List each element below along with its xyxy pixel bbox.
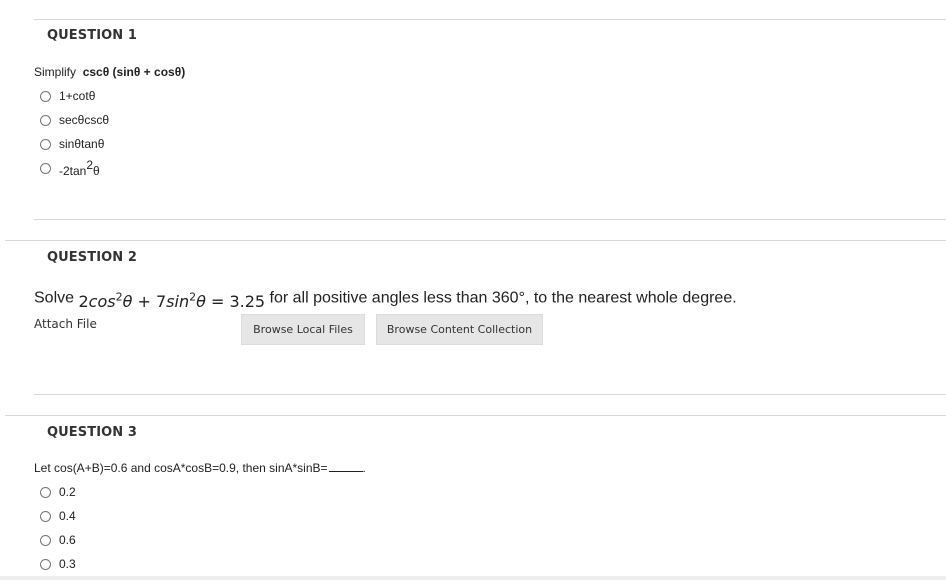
- answer-blank: [328, 471, 363, 472]
- radio-button[interactable]: [40, 510, 51, 522]
- equation-coefficient: 7: [155, 292, 167, 312]
- question-1-option-4[interactable]: -2tan2θ: [40, 156, 109, 180]
- equation-variable: θ: [122, 292, 133, 312]
- question-2-prompt-prefix: Solve: [34, 289, 75, 307]
- question-2-prompt: Solve 2cos2θ + 7sin2θ = 3.25 for all pos…: [34, 286, 737, 311]
- option-label: 0.6: [59, 533, 76, 547]
- option-label: secθcscθ: [59, 113, 110, 127]
- bottom-edge-shade: [0, 576, 946, 580]
- radio-button[interactable]: [40, 90, 51, 102]
- question-2-top-divider: [5, 240, 946, 241]
- question-3-option-3[interactable]: 0.6: [40, 528, 76, 552]
- radio-button[interactable]: [40, 534, 51, 546]
- question-2-bottom-divider: [34, 394, 946, 395]
- question-2-equation: 2cos2θ + 7sin2θ = 3.25: [78, 291, 266, 312]
- option-label: 0.4: [59, 509, 76, 523]
- question-3-prompt-text: Let cos(A+B)=0.6 and cosA*cosB=0.9, then…: [34, 461, 328, 475]
- option-label: 0.2: [59, 485, 76, 499]
- option-label-base: -2tan: [59, 164, 87, 178]
- question-1-heading: QUESTION 1: [47, 28, 138, 43]
- question-2-heading: QUESTION 2: [47, 250, 138, 265]
- attach-file-label: Attach File: [34, 317, 97, 331]
- question-1-option-3[interactable]: sinθtanθ: [40, 132, 109, 156]
- question-1-prompt: Simplify cscθ (sinθ + cosθ): [34, 65, 185, 79]
- equation-coefficient: 2: [78, 292, 89, 312]
- question-3-heading: QUESTION 3: [47, 425, 138, 440]
- equation-variable: θ: [196, 292, 206, 312]
- top-divider: [34, 19, 946, 20]
- question-3-prompt: Let cos(A+B)=0.6 and cosA*cosB=0.9, then…: [34, 461, 366, 475]
- question-3-option-4[interactable]: 0.3: [40, 552, 76, 576]
- question-1-expression: cscθ (sinθ + cosθ): [82, 65, 186, 79]
- radio-button[interactable]: [40, 162, 51, 174]
- question-3-prompt-end: .: [362, 461, 366, 475]
- option-label: sinθtanθ: [59, 137, 105, 151]
- question-1-prompt-prefix: Simplify: [34, 65, 77, 79]
- equation-rhs: = 3.25: [205, 292, 266, 312]
- question-3-option-1[interactable]: 0.2: [40, 480, 76, 504]
- option-label-suffix: θ: [93, 164, 100, 178]
- question-3-options: 0.2 0.4 0.6 0.3: [40, 480, 76, 576]
- question-1-options: 1+cotθ secθcscθ sinθtanθ -2tan2θ: [40, 84, 109, 180]
- question-3-top-divider: [5, 415, 946, 416]
- question-1-bottom-divider: [34, 219, 946, 220]
- equation-operator: +: [132, 292, 156, 312]
- question-3-option-2[interactable]: 0.4: [40, 504, 76, 528]
- option-label: -2tan2θ: [59, 158, 100, 178]
- equation-exponent: 2: [115, 291, 123, 304]
- question-2-prompt-suffix: for all positive angles less than 360°, …: [269, 289, 737, 307]
- browse-local-files-button[interactable]: Browse Local Files: [241, 314, 365, 345]
- radio-button[interactable]: [40, 558, 51, 570]
- equation-function: sin: [166, 292, 190, 312]
- radio-button[interactable]: [40, 486, 51, 498]
- radio-button[interactable]: [40, 114, 51, 126]
- question-1-option-1[interactable]: 1+cotθ: [40, 84, 109, 108]
- option-label: 0.3: [59, 557, 76, 571]
- radio-button[interactable]: [40, 138, 51, 150]
- browse-content-collection-button[interactable]: Browse Content Collection: [376, 314, 543, 345]
- option-label: 1+cotθ: [59, 89, 96, 103]
- equation-function: cos: [88, 292, 116, 312]
- question-1-option-2[interactable]: secθcscθ: [40, 108, 109, 132]
